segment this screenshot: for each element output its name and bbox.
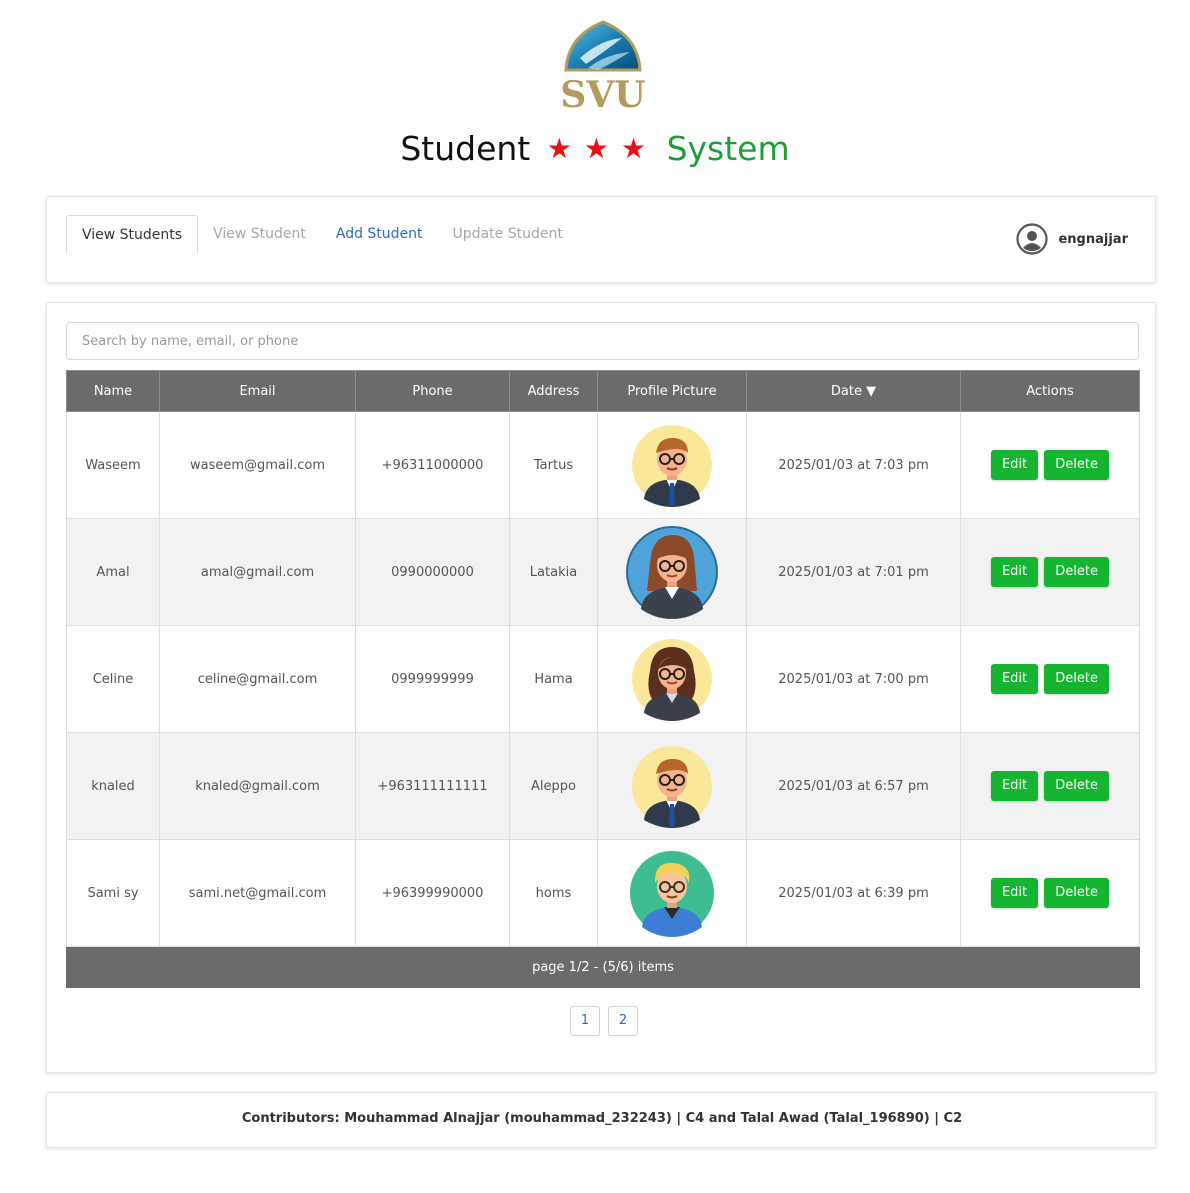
cell-name: knaled — [66, 732, 160, 840]
delete-button[interactable]: Delete — [1044, 557, 1110, 587]
cell-phone: +963111111111 — [355, 732, 510, 840]
cell-name: Sami sy — [66, 839, 160, 947]
delete-button[interactable]: Delete — [1044, 771, 1110, 801]
svu-logo: SVU — [560, 18, 646, 116]
column-header-email[interactable]: Email — [159, 370, 356, 412]
star-icon: ★ — [620, 132, 647, 165]
cell-name: Amal — [66, 518, 160, 626]
delete-button[interactable]: Delete — [1044, 450, 1110, 480]
user-name: engnajjar — [1058, 231, 1128, 247]
column-header-profile-picture: Profile Picture — [597, 370, 747, 412]
cell-actions: Edit Delete — [960, 732, 1140, 840]
cell-date: 2025/01/03 at 6:57 pm — [746, 732, 961, 840]
table-row: Waseem waseem@gmail.com +96311000000 Tar… — [66, 411, 1140, 519]
cell-email: amal@gmail.com — [159, 518, 356, 626]
table-header-row: Name Email Phone Address Profile Picture… — [66, 370, 1140, 412]
nav-tabs: View Students View Student Add Student U… — [66, 215, 578, 253]
students-card: Name Email Phone Address Profile Picture… — [46, 302, 1156, 1073]
cell-address: Hama — [509, 625, 598, 733]
contributors-text: Contributors: Mouhammad Alnajjar (mouham… — [241, 1111, 963, 1126]
edit-button[interactable]: Edit — [990, 450, 1039, 480]
blond-avatar — [630, 851, 714, 937]
cell-profile-picture — [597, 625, 747, 733]
tab-view-students[interactable]: View Students — [66, 215, 199, 253]
female-avatar-glasses — [626, 526, 718, 619]
edit-button[interactable]: Edit — [990, 878, 1039, 908]
cell-address: Aleppo — [509, 732, 598, 840]
cell-date: 2025/01/03 at 7:03 pm — [746, 411, 961, 519]
cell-address: Tartus — [509, 411, 598, 519]
edit-button[interactable]: Edit — [990, 664, 1039, 694]
page-button-2[interactable]: 2 — [608, 1006, 638, 1036]
pagination: 1 2 — [566, 1006, 642, 1036]
star-icon: ★ — [546, 132, 572, 165]
page-button-1[interactable]: 1 — [570, 1006, 600, 1036]
tab-view-student[interactable]: View Student — [198, 215, 321, 253]
cell-email: knaled@gmail.com — [159, 732, 356, 840]
column-header-address[interactable]: Address — [509, 370, 598, 412]
search-input[interactable] — [66, 322, 1139, 360]
page-summary: page 1/2 - (5/6) items — [66, 946, 1140, 988]
user-circle-icon[interactable] — [1016, 223, 1049, 255]
cell-profile-picture — [597, 732, 747, 840]
cell-email: celine@gmail.com — [159, 625, 356, 733]
cell-actions: Edit Delete — [960, 839, 1140, 947]
delete-button[interactable]: Delete — [1044, 878, 1110, 908]
user-menu[interactable]: engnajjar — [1016, 221, 1128, 257]
column-header-date-sorted[interactable]: Date ▼ — [746, 370, 961, 412]
cell-date: 2025/01/03 at 7:01 pm — [746, 518, 961, 626]
column-header-phone[interactable]: Phone — [355, 370, 510, 412]
cell-email: waseem@gmail.com — [159, 411, 356, 519]
column-header-actions: Actions — [960, 370, 1140, 412]
footer-card: Contributors: Mouhammad Alnajjar (mouham… — [46, 1092, 1156, 1148]
title-student: Student — [400, 129, 531, 168]
cell-phone: +96311000000 — [355, 411, 510, 519]
logo-text: SVU — [560, 74, 645, 112]
table-row: Amal amal@gmail.com 0990000000 Latakia 2… — [66, 518, 1140, 626]
table-row: Celine celine@gmail.com 0999999999 Hama — [66, 625, 1140, 733]
cell-profile-picture — [597, 839, 747, 947]
page-title: Student ★ ★ ★ System — [0, 126, 1190, 174]
male-avatar-glasses — [632, 746, 712, 828]
cell-phone: +96399990000 — [355, 839, 510, 947]
delete-button[interactable]: Delete — [1044, 664, 1110, 694]
star-icon: ★ — [583, 132, 609, 165]
cell-address: Latakia — [509, 518, 598, 626]
cell-name: Waseem — [66, 411, 160, 519]
title-system: System — [666, 129, 790, 168]
tab-add-student[interactable]: Add Student — [321, 215, 438, 253]
cell-actions: Edit Delete — [960, 625, 1140, 733]
cell-profile-picture — [597, 411, 747, 519]
table-row: Sami sy sami.net@gmail.com +96399990000 … — [66, 839, 1140, 947]
cell-date: 2025/01/03 at 6:39 pm — [746, 839, 961, 947]
male-avatar-glasses — [632, 425, 712, 507]
cell-email: sami.net@gmail.com — [159, 839, 356, 947]
cell-actions: Edit Delete — [960, 411, 1140, 519]
nav-card: View Students View Student Add Student U… — [46, 196, 1156, 283]
cell-date: 2025/01/03 at 7:00 pm — [746, 625, 961, 733]
edit-button[interactable]: Edit — [990, 771, 1039, 801]
tab-update-student[interactable]: Update Student — [438, 215, 578, 253]
cell-phone: 0990000000 — [355, 518, 510, 626]
cell-address: homs — [509, 839, 598, 947]
cell-profile-picture — [597, 518, 747, 626]
female-avatar-curly — [632, 639, 712, 721]
cell-actions: Edit Delete — [960, 518, 1140, 626]
edit-button[interactable]: Edit — [990, 557, 1039, 587]
table-footer-row: page 1/2 - (5/6) items — [66, 946, 1140, 988]
cell-name: Celine — [66, 625, 160, 733]
column-header-name[interactable]: Name — [66, 370, 160, 412]
table-row: knaled knaled@gmail.com +963111111111 Al… — [66, 732, 1140, 840]
cell-phone: 0999999999 — [355, 625, 510, 733]
students-table: Name Email Phone Address Profile Picture… — [66, 370, 1140, 988]
